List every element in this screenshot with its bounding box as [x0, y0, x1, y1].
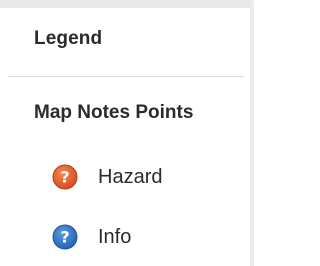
- legend-item-label: Info: [98, 225, 132, 248]
- legend-item-label: Hazard: [98, 165, 163, 188]
- legend-item-hazard: ? Hazard: [52, 162, 162, 192]
- svg-text:?: ?: [60, 168, 69, 187]
- legend-divider: [8, 76, 244, 77]
- panel-top-edge: [0, 0, 254, 8]
- hazard-question-mark-icon: ?: [52, 164, 78, 190]
- legend-item-info: ? Info: [52, 222, 131, 252]
- svg-text:?: ?: [60, 228, 69, 247]
- panel-scrollbar-edge: [250, 0, 254, 266]
- legend-title: Legend: [34, 28, 103, 49]
- layer-title: Map Notes Points: [34, 102, 194, 123]
- legend-panel: Legend Map Notes Points ? Hazard ? Info: [0, 0, 254, 266]
- info-question-mark-icon: ?: [52, 224, 78, 250]
